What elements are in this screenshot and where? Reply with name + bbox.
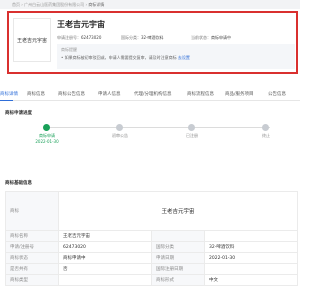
tab-announcement-info[interactable]: 商标公告信息 [58,91,85,97]
table-row: 商标类型 商标形式 中文 [5,274,298,286]
tab-publication-info[interactable]: 公告信息 [268,91,286,97]
progress-label-registered: 已注册 [186,133,198,138]
progress-track [47,127,270,128]
basic-info-table: 商标 王老吉元宇宙 商标名称 王老吉元宇宙 申请/注册号 62473020 国际… [5,191,298,286]
detail-tabs: 商标详情 商标信息 商标公告信息 申请人信息 代理/分理机构信息 商标流程信息 … [0,90,300,101]
reminder-text: • 如果商标被初审驳回或，申请人需要提交复审，请及时注意商标 去设置 [61,55,190,60]
table-row: 商标名称 王老吉元宇宙 [5,230,298,242]
breadcrumb-home[interactable]: 首页 [12,2,20,7]
reminder-title: 商标提醒 [61,47,77,52]
tab-goods-services[interactable]: 商品/服务项目 [225,91,254,97]
tab-applicant-info[interactable]: 申请人信息 [98,91,121,97]
international-class: 国际分类：32-啤酒饮料 [121,35,164,40]
trademark-summary-card: 王老吉元宇宙 王老吉元宇宙 申请注册号：62473020 国际分类：32-啤酒饮… [7,11,298,74]
trademark-title: 王老吉元宇宙 [57,20,105,29]
tab-trademark-detail[interactable]: 商标详情 [0,91,18,97]
current-status: 当前状态：商标申请中 [191,35,231,40]
tab-agency-info[interactable]: 代理/分理机构信息 [134,91,172,97]
tab-trademark-info[interactable]: 商标信息 [27,91,45,97]
breadcrumb-current: 商标详情 [88,2,105,7]
progress-node-registered [188,124,195,131]
progress-label-terminated: 终止 [262,133,270,138]
reminder-settings-link[interactable]: 去设置 [178,55,190,60]
trademark-logo-text: 王老吉元宇宙 [16,37,47,44]
trademark-reminder: 商标提醒 • 如果商标被初审驳回或，申请人需要提交复审，请及时注意商标 去设置 [57,44,295,69]
active-tab-indicator [0,100,13,101]
image-key: 商标 [5,191,59,231]
progress-node-applied [43,124,50,131]
progress-node-preliminary [116,124,123,131]
trademark-logo: 王老吉元宇宙 [13,18,51,62]
progress-node-terminated [262,124,269,131]
basic-info-title: 商标基础信息 [5,181,32,186]
application-number: 申请注册号：62473020 [57,35,102,40]
progress-section-title: 商标申请进度 [5,111,32,116]
table-row: 商标 王老吉元宇宙 [5,191,298,231]
tab-process-info[interactable]: 商标流程信息 [187,91,214,97]
progress-label-preliminary: 初审公告 [112,133,128,138]
table-row: 是否共有 否 国际注册日期 [5,263,298,275]
table-row: 商标状态 商标申请中 申请日期 2022-01-30 [5,252,298,264]
progress-date-applied: 2022-01-30 [35,139,59,144]
trademark-image: 王老吉元宇宙 [58,191,298,231]
breadcrumb: 首页 › 广州白云山医药集团股份有限公司 › 商标详情 [0,0,300,9]
breadcrumb-company[interactable]: 广州白云山医药集团股份有限公司 [24,2,84,7]
table-row: 申请/注册号 62473020 国际分类 32-啤酒饮料 [5,241,298,253]
